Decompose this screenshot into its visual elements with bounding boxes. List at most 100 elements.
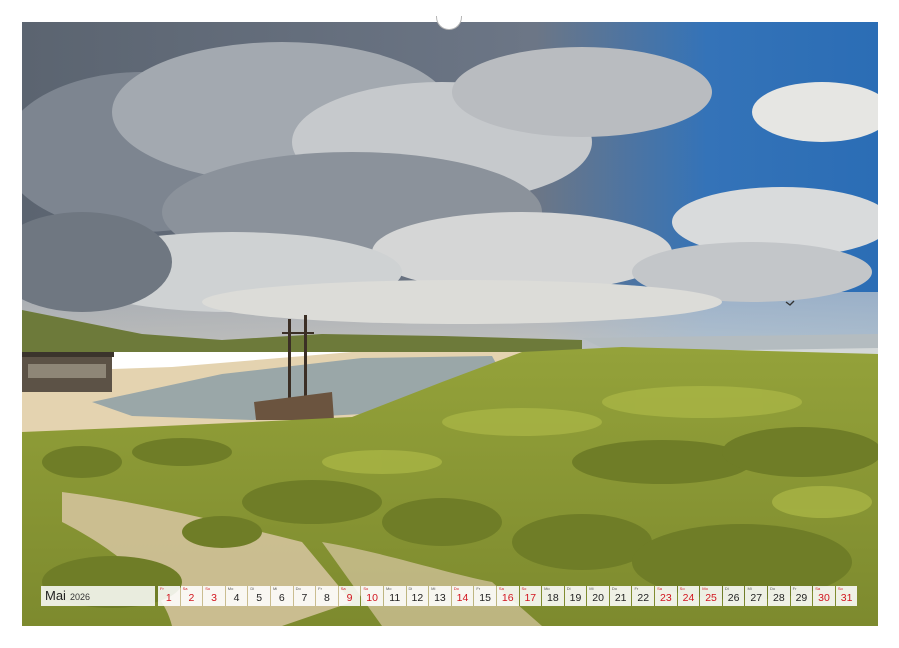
day-cell: Sa23 [655,586,677,606]
day-weekday: Di [250,586,254,591]
day-cell: Mo4 [226,586,248,606]
day-weekday: Mi [747,586,751,591]
day-number: 19 [570,592,582,605]
day-weekday: Fr [476,586,480,591]
day-number: 6 [279,592,285,605]
day-number: 22 [637,592,649,605]
day-cell: So3 [203,586,225,606]
day-weekday: So [363,586,368,591]
day-weekday: Sa [341,586,346,591]
day-number: 27 [750,592,762,605]
day-number: 24 [683,592,695,605]
day-cell: Do21 [610,586,632,606]
day-number: 23 [660,592,672,605]
dune-beach-scene [22,22,878,626]
day-number: 26 [728,592,740,605]
day-number: 30 [818,592,830,605]
day-number: 5 [256,592,262,605]
day-number: 21 [615,592,627,605]
day-weekday: Do [612,586,617,591]
day-weekday: Di [567,586,571,591]
day-number: 11 [389,592,400,605]
year: 2026 [70,592,90,602]
day-cell: So31 [836,586,858,606]
day-number: 15 [479,592,491,605]
day-number: 14 [457,592,469,605]
day-number: 8 [324,592,330,605]
day-number: 1 [166,592,172,605]
day-weekday: Mi [589,586,593,591]
day-cell: Do14 [452,586,474,606]
day-number: 13 [434,592,446,605]
calendar-strip: Mai 2026 Fr1Sa2So3Mo4Di5Mi6Do7Fr8Sa9So10… [41,586,857,606]
day-weekday: Sa [183,586,188,591]
day-weekday: Fr [793,586,797,591]
month-name: Mai [45,588,66,604]
day-cell: Mi13 [429,586,451,606]
day-cell: Fr22 [632,586,654,606]
landscape-photo [22,22,878,626]
day-cell: Do28 [768,586,790,606]
day-cell: So10 [361,586,383,606]
month-label-box: Mai 2026 [41,586,155,606]
day-weekday: Mo [702,586,708,591]
day-cell: Fr1 [158,586,180,606]
day-number: 12 [411,592,423,605]
day-number: 25 [705,592,717,605]
day-weekday: Mi [273,586,277,591]
day-weekday: Sa [657,586,662,591]
day-weekday: Di [725,586,729,591]
day-number: 4 [234,592,240,605]
day-cell: Mo11 [384,586,406,606]
day-weekday: So [838,586,843,591]
day-number: 2 [188,592,194,605]
day-cell: Di19 [565,586,587,606]
day-cell: Di12 [407,586,429,606]
day-weekday: Fr [634,586,638,591]
day-cell: Mo18 [542,586,564,606]
day-number: 29 [796,592,808,605]
day-weekday: Do [296,586,301,591]
day-cell: Mo25 [700,586,722,606]
day-number: 9 [347,592,353,605]
day-weekday: Mo [544,586,550,591]
day-number: 7 [301,592,307,605]
day-cell: Fr8 [316,586,338,606]
day-cell: Di26 [723,586,745,606]
day-number: 16 [502,592,514,605]
day-cell: Sa30 [813,586,835,606]
day-weekday: Mo [386,586,392,591]
day-cell: So24 [678,586,700,606]
day-weekday: Fr [160,586,164,591]
day-number: 17 [524,592,536,605]
day-cell: So17 [520,586,542,606]
day-weekday: Do [454,586,459,591]
day-number: 18 [547,592,559,605]
day-number: 3 [211,592,217,605]
day-weekday: Fr [318,586,322,591]
day-cell: Sa16 [497,586,519,606]
day-cell: Mi20 [587,586,609,606]
day-weekday: Mo [228,586,234,591]
day-cell: Do7 [294,586,316,606]
day-weekday: Sa [499,586,504,591]
day-number: 10 [366,592,378,605]
day-cell: Mi6 [271,586,293,606]
day-number: 20 [592,592,604,605]
day-number: 28 [773,592,785,605]
day-cell: Sa2 [181,586,203,606]
beach-pavilion [22,352,114,392]
day-weekday: Mi [431,586,435,591]
day-weekday: So [680,586,685,591]
day-weekday: So [522,586,527,591]
day-number: 31 [841,592,853,605]
day-cell: Di5 [248,586,270,606]
day-cell: Fr29 [791,586,813,606]
day-weekday: Do [770,586,775,591]
day-weekday: Sa [815,586,820,591]
day-weekday: Di [409,586,413,591]
day-cell: Sa9 [339,586,361,606]
day-cell: Fr15 [474,586,496,606]
day-weekday: So [205,586,210,591]
day-cell: Mi27 [745,586,767,606]
